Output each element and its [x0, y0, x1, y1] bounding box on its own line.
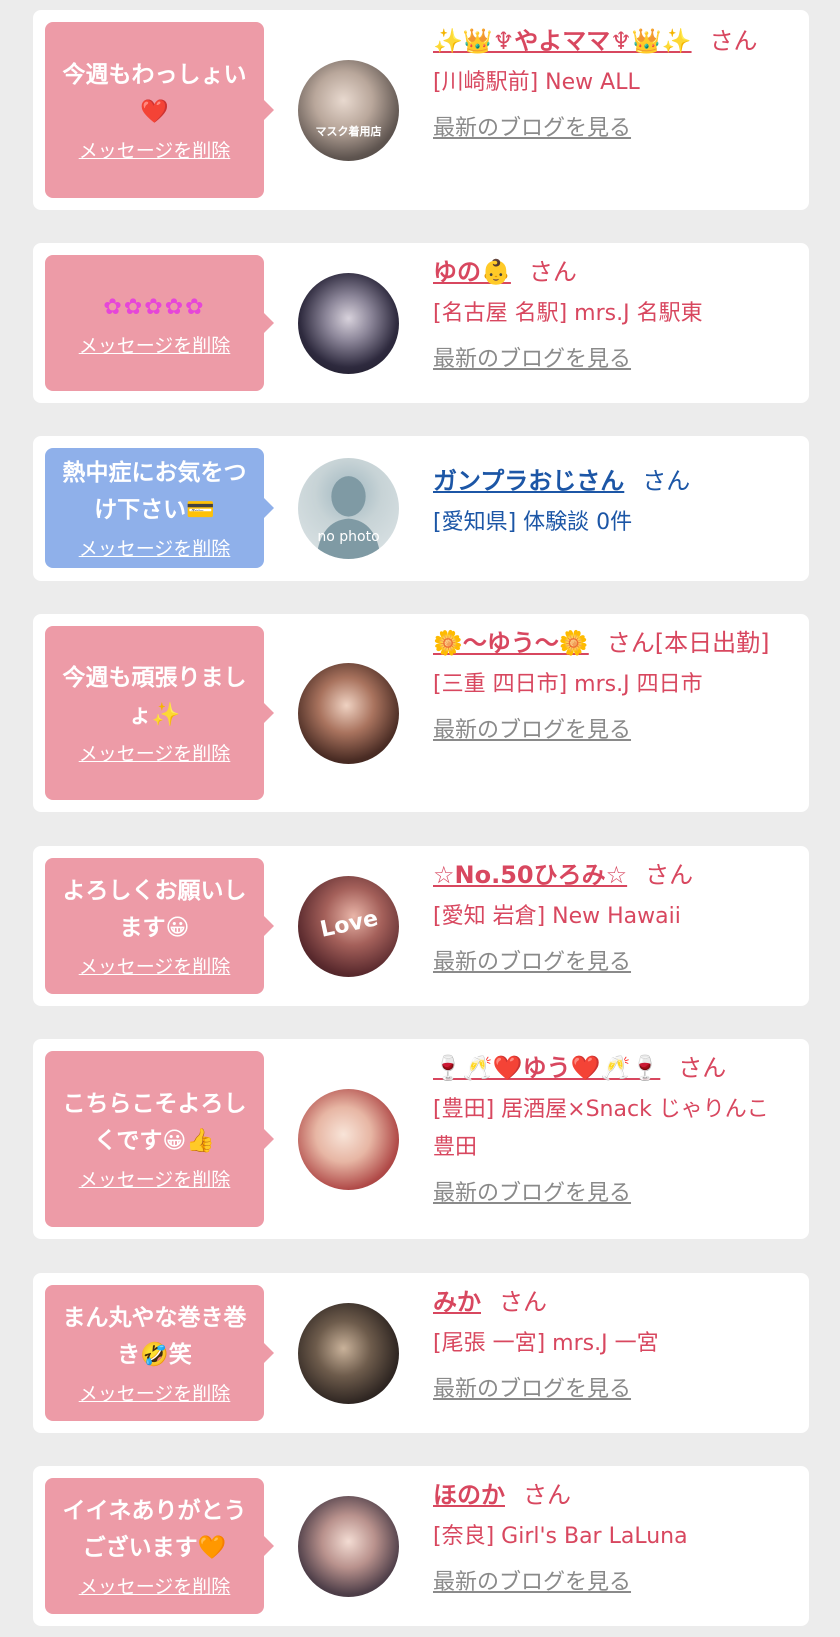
honorific: さん — [523, 1481, 571, 1509]
delete-message-link[interactable]: メッセージを削除 — [79, 537, 231, 561]
profile-name-link[interactable]: 🍷🥂❤️ゆう❤️🥂🍷 — [433, 1054, 660, 1082]
message-card: 今週もわっしょい❤️ メッセージを削除 マスク着用店 ✨👑♆やよママ♆👑✨ さん … — [33, 10, 809, 210]
latest-blog-link[interactable]: 最新のブログを見る — [433, 1568, 788, 1598]
message-bubble: よろしくお願いします😀 メッセージを削除 — [45, 858, 274, 994]
profile-info: ☆No.50ひろみ☆ さん [愛知 岩倉] New Hawaii 最新のブログを見… — [433, 856, 788, 978]
avatar[interactable] — [298, 1496, 399, 1597]
message-card: ✿✿✿✿✿ メッセージを削除 ゆの👶 さん [名古屋 名駅] mrs.J 名駅東 … — [33, 243, 809, 403]
message-text: イイネありがとうございます🧡 — [62, 1498, 247, 1561]
message-card: 熱中症にお気をつけ下さい💳 メッセージを削除 no photo ガンプラおじさん… — [33, 436, 809, 581]
delete-message-link[interactable]: メッセージを削除 — [79, 1575, 231, 1599]
avatar-overlay-text: マスク着用店 — [315, 125, 382, 138]
avatar[interactable] — [298, 1089, 399, 1190]
shop-info: [尾張 一宮] mrs.J 一宮 — [433, 1331, 659, 1356]
profile-info: ガンプラおじさん さん [愛知県] 体験談 0件 — [433, 462, 788, 542]
shop-info: [三重 四日市] mrs.J 四日市 — [433, 672, 703, 697]
message-text: 熱中症にお気をつけ下さい💳 — [62, 460, 247, 523]
honorific: さん — [709, 27, 758, 55]
delete-message-link[interactable]: メッセージを削除 — [79, 742, 231, 766]
avatar[interactable]: Love — [298, 876, 399, 977]
latest-blog-link[interactable]: 最新のブログを見る — [433, 345, 788, 375]
message-bubble: イイネありがとうございます🧡 メッセージを削除 — [45, 1478, 274, 1614]
message-card: まん丸やな巻き巻き🤣笑 メッセージを削除 みか さん [尾張 一宮] mrs.J … — [33, 1273, 809, 1433]
honorific: さん — [642, 467, 691, 495]
shop-info: [愛知県] 体験談 0件 — [433, 510, 633, 535]
message-bubble: ✿✿✿✿✿ メッセージを削除 — [45, 255, 274, 391]
latest-blog-link[interactable]: 最新のブログを見る — [433, 114, 788, 144]
profile-info: みか さん [尾張 一宮] mrs.J 一宮 最新のブログを見る — [433, 1283, 788, 1405]
message-text: まん丸やな巻き巻き🤣笑 — [62, 1305, 247, 1368]
honorific: さん — [678, 1054, 727, 1082]
shop-info: [奈良] Girl's Bar LaLuna — [433, 1524, 688, 1549]
avatar[interactable] — [298, 1303, 399, 1404]
message-text: 今週も頑張りましょ✨ — [62, 665, 247, 728]
message-card: こちらこそよろしくです😀👍 メッセージを削除 🍷🥂❤️ゆう❤️🥂🍷 さん [豊田]… — [33, 1039, 809, 1239]
latest-blog-link[interactable]: 最新のブログを見る — [433, 1179, 788, 1209]
message-card: よろしくお願いします😀 メッセージを削除 Love ☆No.50ひろみ☆ さん [… — [33, 846, 809, 1006]
delete-message-link[interactable]: メッセージを削除 — [79, 139, 231, 163]
shop-info: [名古屋 名駅] mrs.J 名駅東 — [433, 301, 703, 326]
delete-message-link[interactable]: メッセージを削除 — [79, 955, 231, 979]
profile-info: 🍷🥂❤️ゆう❤️🥂🍷 さん [豊田] 居酒屋×Snack じゃりんこ豊田 最新のブ… — [433, 1049, 788, 1209]
avatar[interactable]: no photo — [298, 458, 399, 559]
profile-name-link[interactable]: ガンプラおじさん — [433, 467, 624, 495]
message-card: 今週も頑張りましょ✨ メッセージを削除 🌼〜ゆう〜🌼 さん[本日出勤] [三重 四… — [33, 614, 809, 812]
avatar[interactable]: マスク着用店 — [298, 60, 399, 161]
message-bubble: こちらこそよろしくです😀👍 メッセージを削除 — [45, 1051, 274, 1227]
latest-blog-link[interactable]: 最新のブログを見る — [433, 948, 788, 978]
honorific: さん[本日出勤] — [606, 629, 770, 657]
delete-message-link[interactable]: メッセージを削除 — [79, 1382, 231, 1406]
honorific: さん — [499, 1288, 547, 1316]
message-text: こちらこそよろしくです😀👍 — [62, 1091, 247, 1154]
message-text: ✿✿✿✿✿ — [103, 294, 206, 320]
profile-name-link[interactable]: ほのか — [433, 1481, 505, 1509]
message-bubble: 今週も頑張りましょ✨ メッセージを削除 — [45, 626, 274, 800]
message-bubble: 今週もわっしょい❤️ メッセージを削除 — [45, 22, 274, 198]
delete-message-link[interactable]: メッセージを削除 — [79, 1168, 231, 1192]
message-card: イイネありがとうございます🧡 メッセージを削除 ほのか さん [奈良] Girl'… — [33, 1466, 809, 1626]
delete-message-link[interactable]: メッセージを削除 — [79, 334, 231, 358]
message-bubble: 熱中症にお気をつけ下さい💳 メッセージを削除 — [45, 448, 274, 568]
profile-info: ほのか さん [奈良] Girl's Bar LaLuna 最新のブログを見る — [433, 1476, 788, 1598]
message-text: よろしくお願いします😀 — [62, 878, 247, 941]
profile-name-link[interactable]: 🌼〜ゆう〜🌼 — [433, 629, 589, 657]
profile-name-link[interactable]: みか — [433, 1288, 481, 1316]
shop-info: [川崎駅前] New ALL — [433, 70, 640, 95]
avatar[interactable] — [298, 273, 399, 374]
profile-info: ゆの👶 さん [名古屋 名駅] mrs.J 名駅東 最新のブログを見る — [433, 253, 788, 375]
shop-info: [愛知 岩倉] New Hawaii — [433, 904, 681, 929]
profile-info: 🌼〜ゆう〜🌼 さん[本日出勤] [三重 四日市] mrs.J 四日市 最新のブログ… — [433, 624, 788, 746]
profile-name-link[interactable]: ☆No.50ひろみ☆ — [433, 861, 627, 889]
profile-name-link[interactable]: ゆの👶 — [433, 258, 511, 286]
honorific: さん — [645, 861, 694, 889]
profile-info: ✨👑♆やよママ♆👑✨ さん [川崎駅前] New ALL 最新のブログを見る — [433, 22, 788, 144]
latest-blog-link[interactable]: 最新のブログを見る — [433, 1375, 788, 1405]
latest-blog-link[interactable]: 最新のブログを見る — [433, 716, 788, 746]
no-photo-text: no photo — [317, 529, 380, 545]
message-bubble: まん丸やな巻き巻き🤣笑 メッセージを削除 — [45, 1285, 274, 1421]
message-text: 今週もわっしょい❤️ — [62, 62, 247, 125]
shop-info: [豊田] 居酒屋×Snack じゃりんこ豊田 — [433, 1097, 769, 1160]
avatar[interactable] — [298, 663, 399, 764]
honorific: さん — [528, 258, 577, 286]
profile-name-link[interactable]: ✨👑♆やよママ♆👑✨ — [433, 27, 692, 55]
